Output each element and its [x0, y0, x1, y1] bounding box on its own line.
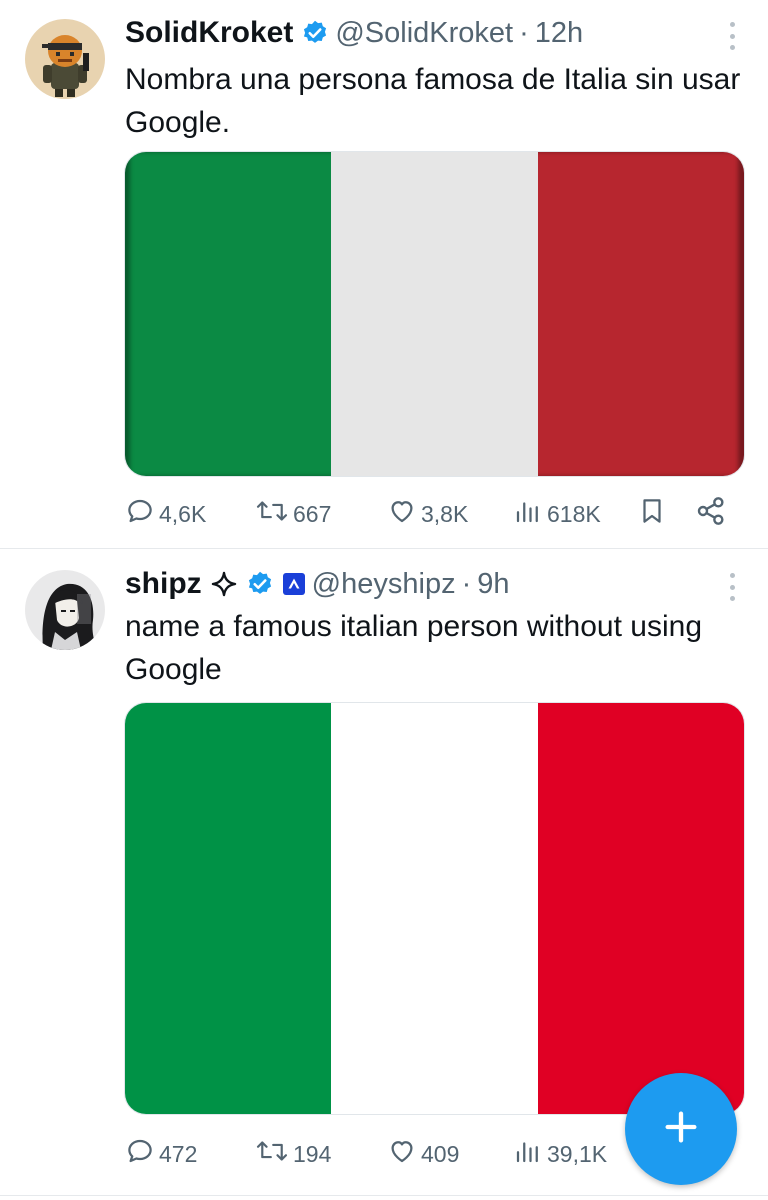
repost-button[interactable]: 667 — [255, 496, 331, 532]
compose-button[interactable] — [625, 1073, 737, 1185]
reply-button[interactable]: 4,6K — [125, 496, 206, 532]
views-icon — [513, 496, 547, 532]
repost-button[interactable]: 194 — [255, 1136, 331, 1172]
sparkle-icon — [210, 570, 238, 598]
reply-count: 4,6K — [159, 500, 207, 527]
views-button[interactable]: 618K — [513, 496, 601, 532]
tweet-header: shipz @heyshipz · 9h — [125, 564, 708, 604]
tweet-text: name a famous italian person without usi… — [125, 610, 703, 686]
affiliate-badge-icon[interactable] — [282, 572, 306, 596]
flag-stripe-white — [331, 152, 538, 476]
flag-stripe-red — [537, 152, 744, 476]
display-name[interactable]: shipz — [125, 567, 202, 601]
tweet-1[interactable]: SolidKroket @SolidKroket · 12h Nombra un… — [0, 0, 768, 548]
tweet-header: SolidKroket @SolidKroket · 12h — [125, 13, 708, 53]
reply-icon — [125, 496, 159, 532]
verified-badge-icon — [301, 19, 329, 47]
views-count: 39,1K — [547, 1140, 608, 1167]
repost-count: 194 — [293, 1140, 332, 1167]
tweet-image[interactable] — [124, 702, 745, 1115]
flag-stripe-red — [537, 703, 744, 1114]
share-button[interactable] — [695, 496, 731, 532]
avatar[interactable] — [25, 19, 105, 99]
more-options-icon[interactable] — [728, 573, 736, 601]
like-icon — [387, 496, 421, 532]
timestamp[interactable]: 12h — [535, 17, 583, 50]
repost-count: 667 — [293, 500, 332, 527]
like-button[interactable]: 3,8K — [387, 496, 468, 532]
reply-icon — [125, 1136, 159, 1172]
repost-icon — [255, 1136, 293, 1172]
tweet-image[interactable] — [124, 151, 745, 477]
like-count: 3,8K — [421, 500, 469, 527]
tweet-text: Nombra una persona famosa de Italia sin … — [125, 63, 741, 139]
verified-badge-icon — [246, 570, 274, 598]
bookmark-icon — [637, 496, 671, 532]
views-count: 618K — [547, 500, 601, 527]
more-options-icon[interactable] — [728, 22, 736, 50]
repost-icon — [255, 496, 293, 532]
share-icon — [695, 495, 731, 533]
flag-stripe-green — [125, 703, 332, 1114]
user-handle[interactable]: @heyshipz — [312, 568, 456, 601]
flag-stripe-green — [125, 152, 332, 476]
separator-dot: · — [519, 16, 529, 49]
reply-button[interactable]: 472 — [125, 1136, 197, 1172]
tweet-actions: 4,6K 667 3,8K 618K — [125, 496, 745, 532]
views-icon — [513, 1136, 547, 1172]
views-button[interactable]: 39,1K — [513, 1136, 607, 1172]
timestamp[interactable]: 9h — [477, 568, 509, 601]
like-button[interactable]: 409 — [387, 1136, 459, 1172]
separator-dot: · — [461, 567, 472, 600]
like-icon — [387, 1136, 421, 1172]
tweet-divider — [0, 1195, 768, 1196]
display-name[interactable]: SolidKroket — [125, 16, 293, 50]
reply-count: 472 — [159, 1140, 198, 1167]
avatar[interactable] — [25, 570, 105, 650]
flag-stripe-white — [331, 703, 538, 1114]
bookmark-button[interactable] — [637, 496, 671, 532]
user-handle[interactable]: @SolidKroket — [335, 17, 513, 50]
compose-plus-icon — [661, 1107, 701, 1152]
like-count: 409 — [421, 1140, 460, 1167]
